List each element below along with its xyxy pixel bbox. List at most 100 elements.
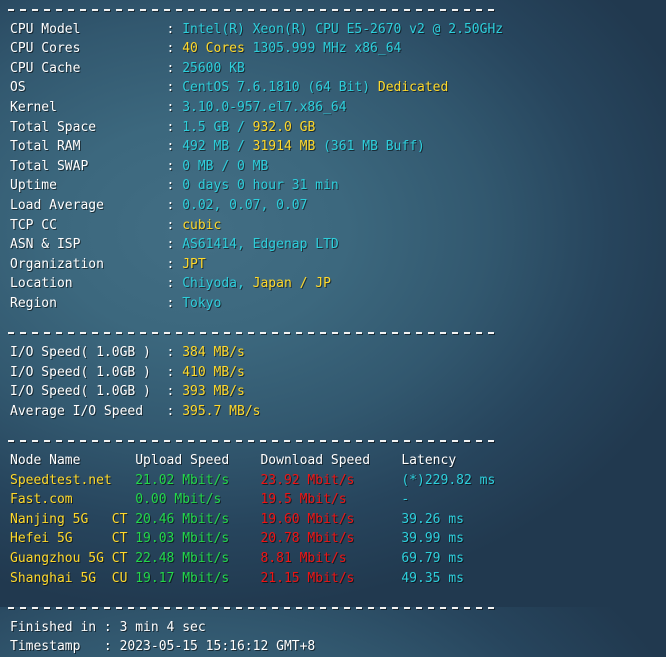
system-info-row: TCP CC : cubic [0, 216, 666, 236]
row-value: Tokyo [182, 296, 221, 311]
system-info-row: CPU Cache : 25600 KB [0, 59, 666, 79]
row-colon: : [167, 218, 183, 233]
cell-upload-speed: 20.46 Mbit/s [135, 512, 260, 527]
row-value: (361 MB Buff) [315, 139, 425, 154]
row-colon: : [167, 257, 183, 272]
system-info-row: Total RAM : 492 MB / 31914 MB (361 MB Bu… [0, 137, 666, 157]
cell-download-speed: 19.60 Mbit/s [260, 512, 401, 527]
cell-node-name: Guangzhou 5G CT [10, 551, 135, 566]
footer-label: Timestamp [10, 639, 104, 654]
cell-latency: (*)229.82 ms [401, 473, 495, 488]
column-header-download-speed: Download Speed [260, 453, 401, 468]
row-value: Japan / JP [253, 276, 331, 291]
speedtest-row: Shanghai 5G CU 19.17 Mbit/s 21.15 Mbit/s… [0, 569, 666, 589]
separator-footer [0, 598, 666, 618]
row-label: CPU Model [10, 22, 167, 37]
row-label: Uptime [10, 178, 167, 193]
cell-node-name: Speedtest.net [10, 473, 135, 488]
system-info-row: Load Average : 0.02, 0.07, 0.07 [0, 196, 666, 216]
speedtest-row: Speedtest.net 21.02 Mbit/s 23.92 Mbit/s … [0, 471, 666, 491]
column-header-latency: Latency [401, 453, 456, 468]
row-label: Location [10, 276, 167, 291]
system-info-row: Organization : JPT [0, 255, 666, 275]
row-value: CentOS 7.6.1810 (64 Bit) [182, 80, 378, 95]
row-label: Total RAM [10, 139, 167, 154]
cell-node-name: Hefei 5G CT [10, 531, 135, 546]
system-info-row: OS : CentOS 7.6.1810 (64 Bit) Dedicated [0, 78, 666, 98]
row-value: cubic [182, 218, 221, 233]
dashed-rule [8, 440, 500, 442]
cell-upload-speed: 22.48 Mbit/s [135, 551, 260, 566]
cell-download-speed: 21.15 Mbit/s [260, 571, 401, 586]
row-colon: : [167, 237, 183, 252]
system-info-row: Uptime : 0 days 0 hour 31 min [0, 176, 666, 196]
row-value: 31914 MB [253, 139, 316, 154]
footer-label: Finished in [10, 620, 104, 635]
row-value: Intel(R) Xeon(R) CPU E5-2670 v2 @ 2.50GH… [182, 22, 503, 37]
cell-upload-speed: 21.02 Mbit/s [135, 473, 260, 488]
row-colon: : [167, 365, 183, 380]
row-value: 410 MB/s [182, 365, 245, 380]
row-label: Kernel [10, 100, 167, 115]
row-label: CPU Cache [10, 61, 167, 76]
row-colon: : [167, 178, 183, 193]
row-value: 932.0 GB [253, 120, 316, 135]
cell-download-speed: 8.81 Mbit/s [260, 551, 401, 566]
dashed-rule [8, 332, 500, 334]
row-value: 25600 KB [182, 61, 245, 76]
section-gap [0, 314, 666, 324]
row-colon: : [167, 276, 183, 291]
row-label: Region [10, 296, 167, 311]
row-colon: : [167, 345, 183, 360]
io-test-section: I/O Speed( 1.0GB ) : 384 MB/s I/O Speed( … [0, 343, 666, 421]
row-value: 1.5 GB / [182, 120, 252, 135]
row-label: Load Average [10, 198, 167, 213]
io-speed-row: I/O Speed( 1.0GB ) : 393 MB/s [0, 382, 666, 402]
speedtest-row: Hefei 5G CT 19.03 Mbit/s 20.78 Mbit/s 39… [0, 529, 666, 549]
row-value: 393 MB/s [182, 384, 245, 399]
separator-top [0, 0, 666, 20]
cell-node-name: Nanjing 5G CT [10, 512, 135, 527]
row-colon: : [167, 404, 183, 419]
system-info-row: Total SWAP : 0 MB / 0 MB [0, 157, 666, 177]
row-value: 395.7 MB/s [182, 404, 260, 419]
cell-upload-speed: 19.03 Mbit/s [135, 531, 260, 546]
cell-upload-speed: 0.00 Mbit/s [135, 492, 260, 507]
row-value: 0.02, 0.07, 0.07 [182, 198, 307, 213]
cell-download-speed: 19.5 Mbit/s [260, 492, 401, 507]
system-info-section: CPU Model : Intel(R) Xeon(R) CPU E5-2670… [0, 20, 666, 314]
row-value: 0 MB / 0 MB [182, 159, 268, 174]
footer-row: Timestamp : 2023-05-15 15:16:12 GMT+8 [0, 637, 666, 657]
speedtest-row: Fast.com 0.00 Mbit/s 19.5 Mbit/s - [0, 490, 666, 510]
system-info-row: CPU Model : Intel(R) Xeon(R) CPU E5-2670… [0, 20, 666, 40]
separator-io [0, 324, 666, 344]
system-info-row: Total Space : 1.5 GB / 932.0 GB [0, 118, 666, 138]
cell-node-name: Fast.com [10, 492, 135, 507]
row-colon: : [167, 198, 183, 213]
footer-value: 3 min 4 sec [120, 620, 206, 635]
column-header-node-name: Node Name [10, 453, 135, 468]
row-colon: : [167, 80, 183, 95]
row-label: CPU Cores [10, 41, 167, 56]
footer-section: Finished in : 3 min 4 secTimestamp : 202… [0, 618, 666, 657]
footer-value: 2023-05-15 15:16:12 GMT+8 [120, 639, 316, 654]
system-info-row: Kernel : 3.10.0-957.el7.x86_64 [0, 98, 666, 118]
row-value: Dedicated [378, 80, 448, 95]
row-value: 384 MB/s [182, 345, 245, 360]
cell-node-name: Shanghai 5G CU [10, 571, 135, 586]
row-colon: : [167, 100, 183, 115]
row-label: I/O Speed( 1.0GB ) [10, 345, 167, 360]
system-info-row: Location : Chiyoda, Japan / JP [0, 274, 666, 294]
cell-latency: 39.26 ms [401, 512, 464, 527]
row-label: Total Space [10, 120, 167, 135]
io-speed-row: Average I/O Speed : 395.7 MB/s [0, 402, 666, 422]
column-header-upload-speed: Upload Speed [135, 453, 260, 468]
speedtest-row: Nanjing 5G CT 20.46 Mbit/s 19.60 Mbit/s … [0, 510, 666, 530]
section-gap [0, 421, 666, 431]
system-info-row: ASN & ISP : AS61414, Edgenap LTD [0, 235, 666, 255]
cell-upload-speed: 19.17 Mbit/s [135, 571, 260, 586]
terminal-output: CPU Model : Intel(R) Xeon(R) CPU E5-2670… [0, 0, 666, 607]
cell-latency: 39.99 ms [401, 531, 464, 546]
separator-speedtest [0, 431, 666, 451]
row-colon: : [167, 41, 183, 56]
